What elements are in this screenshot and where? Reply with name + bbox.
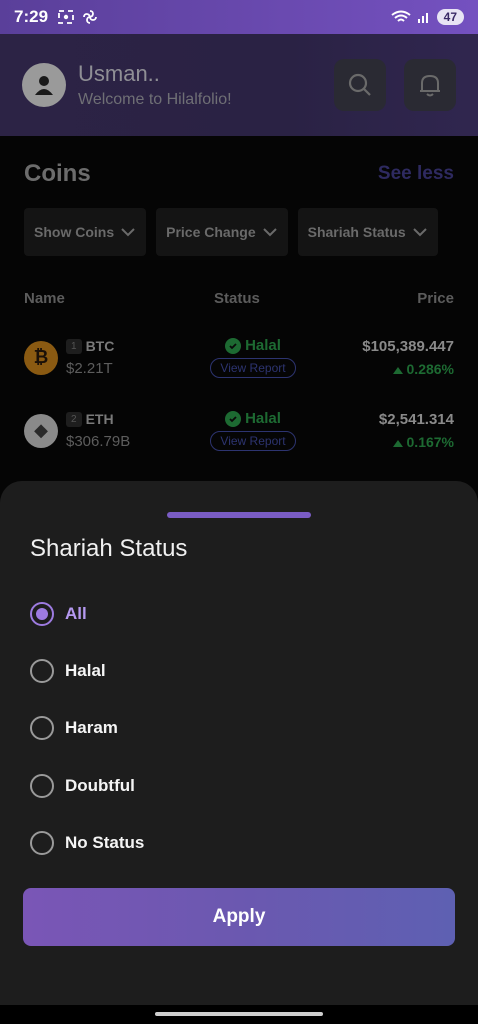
notifications-button[interactable] (404, 59, 456, 111)
option-label: Haram (65, 718, 118, 738)
wifi-icon (391, 10, 411, 22)
option-doubtful[interactable]: Doubtful (30, 757, 448, 814)
halal-badge: Halal (225, 337, 281, 354)
filter-label: Show Coins (34, 224, 115, 240)
status-label: Halal (245, 410, 281, 427)
shariah-status-sheet: Shariah Status All Halal Haram Doubtful … (0, 481, 478, 1005)
coin-symbol: ETH (85, 411, 114, 427)
coin-row[interactable]: ₿ 1 BTC $2.21T Halal View Report $105,38… (0, 321, 478, 394)
radio-button[interactable] (30, 830, 54, 855)
coins-header: Coins See less (0, 136, 478, 188)
radio-button[interactable] (30, 658, 54, 683)
check-icon (225, 410, 242, 427)
option-label: Doubtful (65, 775, 135, 795)
coin-info: 1 BTC $2.21T (66, 338, 198, 377)
coins-title: Coins (24, 160, 91, 187)
coin-rank: 2 (66, 411, 82, 427)
filter-label: Shariah Status (307, 224, 406, 240)
market-cap: $306.79B (66, 433, 131, 450)
screenshot-icon (58, 10, 74, 24)
filter-show-coins[interactable]: Show Coins (24, 208, 147, 256)
signal-icon (417, 13, 428, 23)
user-greeting: Usman.. Welcome to Hilalfolio! (78, 61, 232, 109)
coin-price: $105,389.447 0.286% (308, 338, 454, 377)
option-label: Halal (65, 660, 106, 680)
chevron-down-icon (262, 228, 277, 237)
home-gesture-handle[interactable] (155, 1012, 323, 1016)
option-all[interactable]: All (30, 585, 448, 642)
apply-button[interactable]: Apply (23, 888, 455, 946)
status-options: All Halal Haram Doubtful No Status (30, 585, 448, 871)
coin-status: Halal View Report (198, 337, 308, 378)
option-label: No Status (65, 832, 145, 852)
see-less-link[interactable]: See less (378, 163, 454, 185)
option-label: All (65, 603, 87, 623)
price-value: $2,541.314 (378, 411, 454, 428)
option-no-status[interactable]: No Status (30, 814, 448, 871)
coin-price: $2,541.314 0.167% (308, 411, 454, 450)
column-price: Price (417, 290, 454, 307)
filter-price-change[interactable]: Price Change (156, 208, 288, 256)
bell-icon (420, 74, 440, 97)
chevron-down-icon (121, 228, 135, 237)
pinwheel-icon (83, 10, 97, 24)
coin-info: 2 ETH $306.79B (66, 411, 198, 450)
filter-bar: Show Coins Price Change Shariah Status (0, 188, 478, 256)
avatar[interactable] (22, 63, 66, 107)
view-report-button[interactable]: View Report (210, 431, 296, 451)
option-haram[interactable]: Haram (30, 700, 448, 757)
filter-shariah-status[interactable]: Shariah Status (297, 208, 438, 256)
status-bar: 7:29 47 (0, 0, 478, 34)
bitcoin-icon: ₿ (24, 340, 58, 375)
column-status: Status (214, 290, 260, 307)
status-time: 7:29 (14, 7, 49, 26)
app-header: Usman.. Welcome to Hilalfolio! (0, 34, 478, 136)
view-report-button[interactable]: View Report (210, 358, 296, 378)
market-cap: $2.21T (66, 360, 113, 377)
radio-button[interactable] (30, 773, 54, 798)
coin-row[interactable]: ◆ 2 ETH $306.79B Halal View Report $2,54… (0, 394, 478, 467)
coins-section: Coins See less Show Coins Price Change S… (0, 136, 478, 536)
coin-symbol: BTC (85, 338, 115, 354)
status-right: 47 (391, 9, 464, 25)
price-change: 0.286% (308, 361, 454, 377)
arrow-up-icon (392, 367, 403, 374)
radio-button[interactable] (30, 716, 54, 741)
table-header: Name Status Price (0, 256, 478, 307)
user-name: Usman.. (78, 61, 160, 86)
chevron-down-icon (412, 228, 427, 237)
coin-status: Halal View Report (198, 410, 308, 451)
column-name: Name (24, 290, 65, 307)
radio-button[interactable] (30, 601, 54, 626)
option-halal[interactable]: Halal (30, 642, 448, 699)
filter-label: Price Change (166, 224, 256, 240)
status-label: Halal (245, 337, 281, 354)
sheet-title: Shariah Status (30, 535, 188, 562)
price-change-value: 0.286% (406, 361, 454, 377)
welcome-text: Welcome to Hilalfolio! (78, 91, 232, 108)
drag-handle[interactable] (167, 512, 311, 518)
price-change: 0.167% (308, 434, 454, 450)
ethereum-icon: ◆ (24, 413, 58, 448)
arrow-up-icon (392, 440, 403, 447)
halal-badge: Halal (225, 410, 281, 427)
search-icon (348, 73, 371, 96)
header-actions (334, 59, 456, 111)
system-nav-bar (0, 1005, 478, 1024)
coin-rank: 1 (66, 338, 82, 354)
search-button[interactable] (334, 59, 386, 111)
price-value: $105,389.447 (362, 338, 454, 355)
battery-indicator: 47 (436, 9, 464, 25)
price-change-value: 0.167% (406, 434, 454, 450)
user-icon (35, 76, 53, 95)
status-icons-left (58, 9, 98, 25)
check-icon (225, 337, 242, 354)
